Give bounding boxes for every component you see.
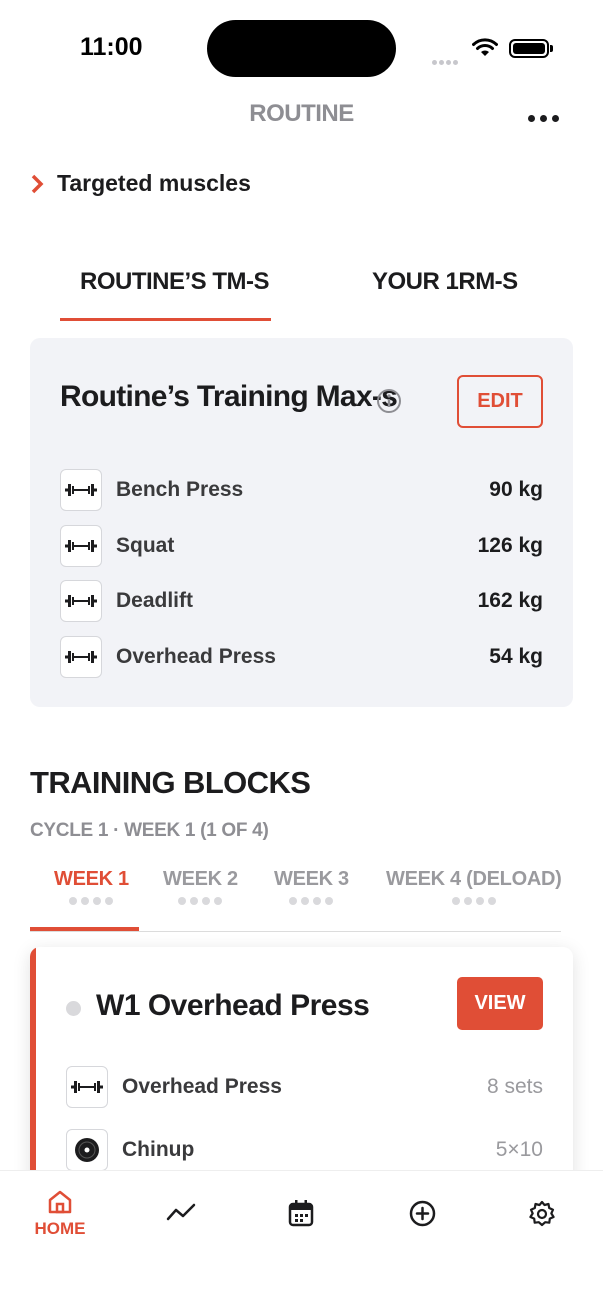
- tm-exercise-name: Squat: [116, 534, 175, 557]
- tab-week-2[interactable]: WEEK 2: [163, 868, 238, 905]
- workout-exercise-sets: 8 sets: [486, 1075, 543, 1098]
- status-time: 11:00: [80, 33, 143, 61]
- trend-icon: [166, 1203, 196, 1221]
- week-label: WEEK 3: [274, 868, 349, 890]
- barbell-icon: [60, 525, 102, 567]
- targeted-muscles-toggle[interactable]: Targeted muscles: [30, 170, 251, 197]
- info-icon[interactable]: [376, 388, 402, 414]
- workout-exercise-row[interactable]: Chinup 5×10: [66, 1129, 543, 1171]
- barbell-icon: [60, 469, 102, 511]
- workout-exercise-sets: 5×10: [495, 1138, 543, 1161]
- gear-icon: [529, 1200, 555, 1227]
- dynamic-island: [207, 20, 396, 77]
- home-icon: [48, 1190, 72, 1214]
- tab-routine-tms[interactable]: ROUTINE’S TM-S: [80, 268, 270, 296]
- wifi-icon: [472, 38, 498, 56]
- tm-tabs: ROUTINE’S TM-S YOUR 1RM-S: [30, 268, 573, 324]
- battery-icon: [509, 39, 549, 58]
- tab-your-1rms[interactable]: YOUR 1RM-S: [372, 268, 518, 296]
- barbell-icon: [60, 580, 102, 622]
- calendar-icon: [288, 1200, 314, 1227]
- training-max-title: Routine’s Training Max-s: [60, 380, 398, 413]
- chevron-right-icon: [31, 174, 44, 193]
- tm-exercise-value: 126 kg: [477, 534, 543, 557]
- tm-row[interactable]: Overhead Press 54 kg: [60, 636, 543, 678]
- tm-row[interactable]: Deadlift 162 kg: [60, 580, 543, 622]
- week-progress-dots: [163, 897, 238, 905]
- tm-exercise-name: Bench Press: [116, 478, 244, 501]
- training-blocks-subtitle: CYCLE 1 · WEEK 1 (1 OF 4): [30, 820, 269, 841]
- add-circle-icon: [409, 1200, 435, 1227]
- workout-title: W1 Overhead Press: [96, 989, 370, 1022]
- workout-exercise-row[interactable]: Overhead Press 8 sets: [66, 1066, 543, 1108]
- tm-exercise-name: Deadlift: [116, 589, 194, 612]
- week-active-indicator: [30, 927, 139, 931]
- tab-home[interactable]: HOME: [30, 1189, 90, 1239]
- tab-week-3[interactable]: WEEK 3: [274, 868, 349, 905]
- week-label: WEEK 2: [163, 868, 238, 890]
- page-title: ROUTINE: [249, 100, 354, 127]
- signal-icon: [432, 52, 460, 70]
- tab-week-1[interactable]: WEEK 1: [54, 868, 129, 905]
- tab-week-4[interactable]: WEEK 4 (DELOAD): [386, 868, 562, 905]
- week-progress-dots: [54, 897, 129, 905]
- week-progress-dots: [386, 897, 562, 905]
- battery-tip: [550, 45, 553, 52]
- tab-calendar[interactable]: [271, 1199, 331, 1227]
- tab-progress[interactable]: [151, 1201, 211, 1223]
- workout-card[interactable]: W1 Overhead Press VIEW Overhead Press 8 …: [30, 947, 573, 1207]
- workout-exercise-name: Overhead Press: [122, 1075, 282, 1098]
- tab-active-indicator: [60, 318, 271, 321]
- workout-exercise-name: Chinup: [122, 1138, 195, 1161]
- tm-exercise-value: 90 kg: [489, 478, 543, 501]
- tab-home-label: HOME: [34, 1219, 86, 1238]
- more-options-button[interactable]: [528, 111, 564, 125]
- week-label: WEEK 4 (DELOAD): [386, 868, 562, 890]
- week-progress-dots: [274, 897, 349, 905]
- barbell-icon: [66, 1066, 108, 1108]
- week-tabs: WEEK 1 WEEK 2 WEEK 3 WEEK 4 (DELOAD): [30, 868, 562, 932]
- status-bar: 11:00: [0, 0, 603, 96]
- tm-exercise-name: Overhead Press: [116, 645, 276, 668]
- tm-row[interactable]: Bench Press 90 kg: [60, 469, 543, 511]
- bottom-tab-bar: HOME: [0, 1170, 603, 1311]
- view-button[interactable]: VIEW: [457, 977, 543, 1030]
- tab-settings[interactable]: [512, 1200, 572, 1228]
- workout-status-dot: [66, 1001, 81, 1016]
- training-max-card: Routine’s Training Max-s EDIT Bench Pres…: [30, 338, 573, 707]
- barbell-icon: [60, 636, 102, 678]
- week-label: WEEK 1: [54, 868, 129, 890]
- tm-exercise-value: 162 kg: [477, 589, 543, 612]
- targeted-muscles-label: Targeted muscles: [57, 170, 251, 196]
- plate-icon: [66, 1129, 108, 1171]
- edit-button[interactable]: EDIT: [457, 375, 543, 428]
- tm-exercise-value: 54 kg: [489, 645, 543, 668]
- tab-add[interactable]: [392, 1200, 452, 1227]
- training-blocks-title: TRAINING BLOCKS: [30, 765, 311, 800]
- workout-accent-bar: [30, 947, 36, 1207]
- tm-row[interactable]: Squat 126 kg: [60, 525, 543, 567]
